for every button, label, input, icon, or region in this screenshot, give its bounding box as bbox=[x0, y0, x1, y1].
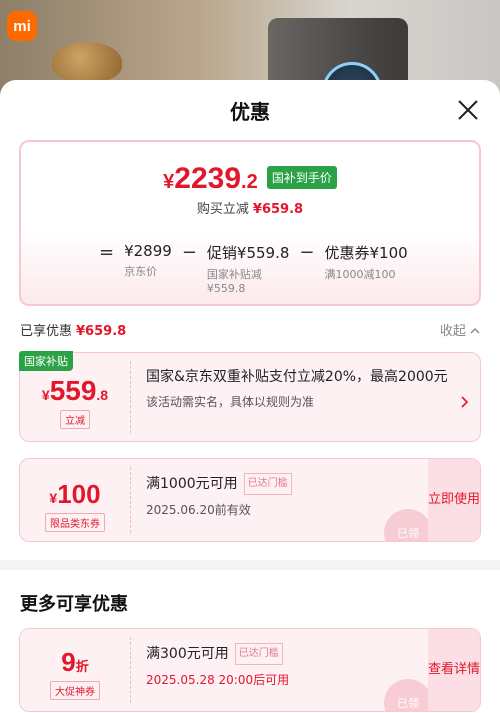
enjoyed-discount: 已享优惠 ¥659.8 bbox=[20, 324, 127, 339]
discount-sheet: 优惠 ¥2239.2 国补到手价 购买立减 ¥659.8 = ¥2899 京东价 … bbox=[0, 80, 500, 713]
final-price: ¥2239.2 bbox=[163, 162, 258, 195]
buy-discount-row: 购买立减 ¥659.8 bbox=[196, 202, 304, 217]
promo-term: 促销¥559.8 国家补贴减 ¥559.8 bbox=[206, 244, 290, 295]
coupon-title: 国家&京东双重补贴支付立减20%，最高2000元 bbox=[146, 369, 448, 385]
mi-logo: mi bbox=[7, 11, 37, 41]
chevron-right-icon[interactable] bbox=[460, 393, 469, 412]
equals-sign: = bbox=[99, 242, 115, 263]
coupon-100: ¥100 限品类东券 满1000元可用 已达门槛 2025.06.20前有效 已领… bbox=[19, 458, 481, 542]
buy-discount-amount: ¥659.8 bbox=[252, 202, 304, 217]
more-discounts-title: 更多可享优惠 bbox=[20, 594, 128, 615]
coupon-desc: 该活动需实名，具体以规则为准 bbox=[146, 395, 315, 409]
enjoyed-amount: ¥659.8 bbox=[76, 324, 127, 339]
final-price-row: ¥2239.2 国补到手价 bbox=[21, 162, 479, 196]
final-price-tag: 国补到手价 bbox=[266, 166, 337, 189]
minus-sign: − bbox=[299, 242, 315, 263]
section-separator bbox=[0, 560, 500, 570]
coupon-9-off: 9折 大促神券 满300元可用 已达门槛 2025.05.28 20:00后可用 … bbox=[19, 628, 481, 712]
price-breakdown-card: ¥2239.2 国补到手价 购买立减 ¥659.8 = ¥2899 京东价 − 促… bbox=[19, 140, 481, 306]
gov-subsidy-tag: 国家补贴 bbox=[19, 351, 73, 371]
chevron-up-icon bbox=[470, 324, 480, 339]
sheet-title: 优惠 bbox=[230, 100, 270, 124]
collapse-button[interactable]: 收起 bbox=[440, 320, 480, 339]
price-formula: = ¥2899 京东价 − 促销¥559.8 国家补贴减 ¥559.8 − 优惠… bbox=[99, 242, 408, 295]
teapot-image bbox=[52, 42, 122, 82]
use-now-button[interactable]: 立即使用 bbox=[428, 459, 480, 541]
gov-subsidy-coupon[interactable]: ¥559.8 立减 国家&京东双重补贴支付立减20%，最高2000元 该活动需实… bbox=[19, 352, 481, 442]
view-details-button[interactable]: 查看详情 bbox=[428, 629, 480, 711]
minus-sign: − bbox=[181, 242, 197, 263]
base-price-term: ¥2899 京东价 bbox=[124, 242, 172, 278]
close-icon[interactable] bbox=[456, 98, 480, 122]
coupon-term: 优惠券¥100 满1000减100 bbox=[324, 244, 408, 281]
